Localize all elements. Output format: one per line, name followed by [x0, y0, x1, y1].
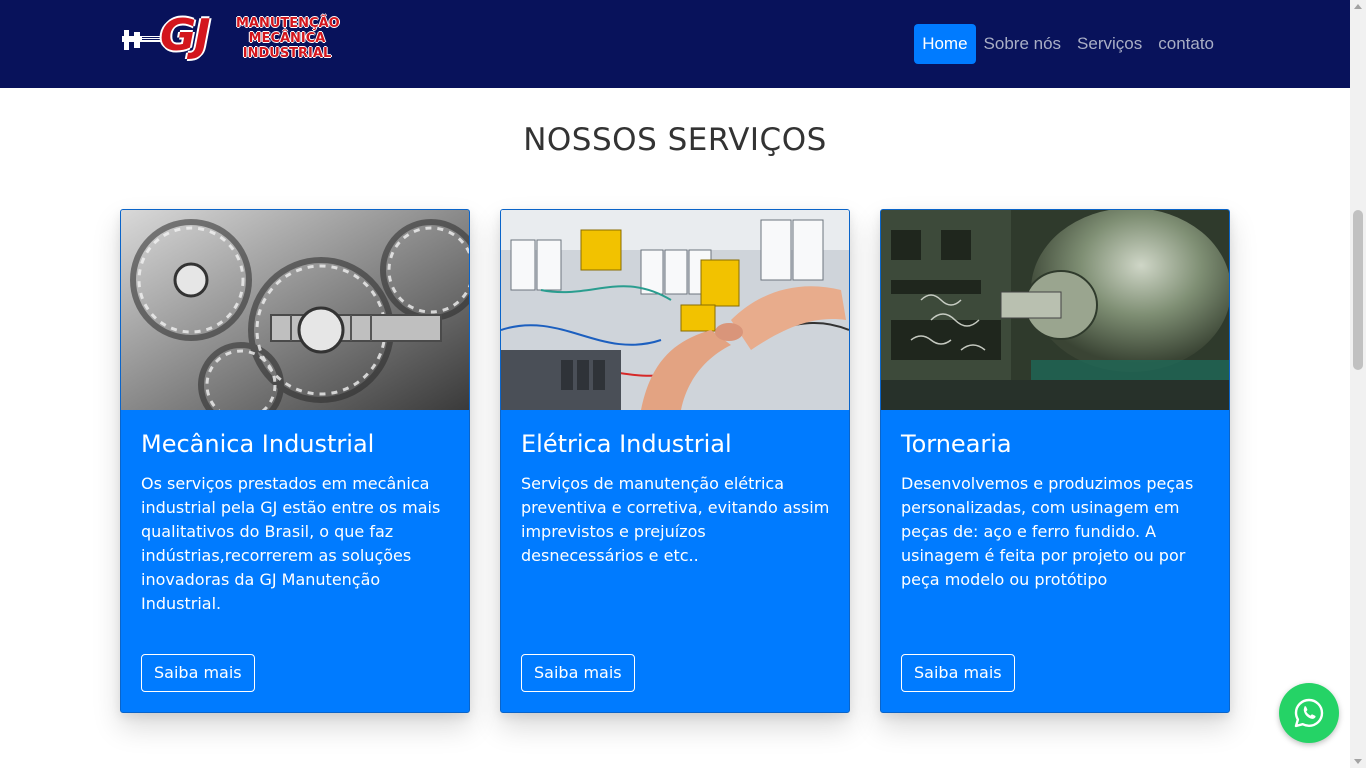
- section-title: NOSSOS SERVIÇOS: [523, 122, 827, 158]
- logo-wordmark: MANUTENÇÃO MECÂNICA INDUSTRIAL: [236, 16, 340, 61]
- page-scrollbar[interactable]: [1350, 0, 1366, 768]
- nav-sobre-nos[interactable]: Sobre nós: [976, 24, 1070, 64]
- whatsapp-button[interactable]: [1279, 683, 1339, 743]
- whatsapp-icon: [1294, 698, 1324, 728]
- logo-line-1: MANUTENÇÃO: [236, 16, 340, 31]
- logo-line-3: INDUSTRIAL: [242, 46, 332, 61]
- caliper-icon: [122, 30, 162, 50]
- card-text: Desenvolvemos e produzimos peças persona…: [901, 474, 1194, 589]
- nav-home[interactable]: Home: [914, 24, 976, 64]
- navbar: GJ MANUTENÇÃO MECÂNICA INDUSTRIAL Home S…: [0, 0, 1350, 88]
- service-card-tornearia: Tornearia Desenvolvemos e produzimos peç…: [880, 209, 1230, 713]
- saiba-mais-button[interactable]: Saiba mais: [901, 654, 1015, 692]
- scroll-up-icon[interactable]: [1354, 4, 1362, 9]
- logo-letters: GJ: [160, 10, 210, 61]
- electrical-panel-photo: [501, 210, 849, 410]
- scroll-thumb[interactable]: [1353, 210, 1363, 370]
- card-title: Tornearia: [901, 430, 1012, 458]
- lathe-photo: [881, 210, 1229, 410]
- saiba-mais-button[interactable]: Saiba mais: [141, 654, 255, 692]
- nav-servicos[interactable]: Serviços: [1069, 24, 1150, 64]
- saiba-mais-button[interactable]: Saiba mais: [521, 654, 635, 692]
- card-title: Mecânica Industrial: [141, 430, 375, 458]
- nav-contato[interactable]: contato: [1150, 24, 1222, 64]
- main-nav: Home Sobre nós Serviços contato: [914, 24, 1222, 64]
- card-title: Elétrica Industrial: [521, 430, 732, 458]
- service-card-mecanica: Mecânica Industrial Os serviços prestado…: [120, 209, 470, 713]
- service-card-eletrica: Elétrica Industrial Serviços de manutenç…: [500, 209, 850, 713]
- logo-line-2: MECÂNICA: [248, 31, 326, 46]
- page: GJ MANUTENÇÃO MECÂNICA INDUSTRIAL Home S…: [0, 0, 1366, 768]
- card-text: Serviços de manutenção elétrica preventi…: [521, 474, 830, 565]
- logo[interactable]: GJ MANUTENÇÃO MECÂNICA INDUSTRIAL: [120, 10, 340, 66]
- card-text: Os serviços prestados em mecânica indust…: [141, 474, 441, 613]
- scroll-down-icon[interactable]: [1354, 759, 1362, 764]
- gears-photo: [121, 210, 469, 410]
